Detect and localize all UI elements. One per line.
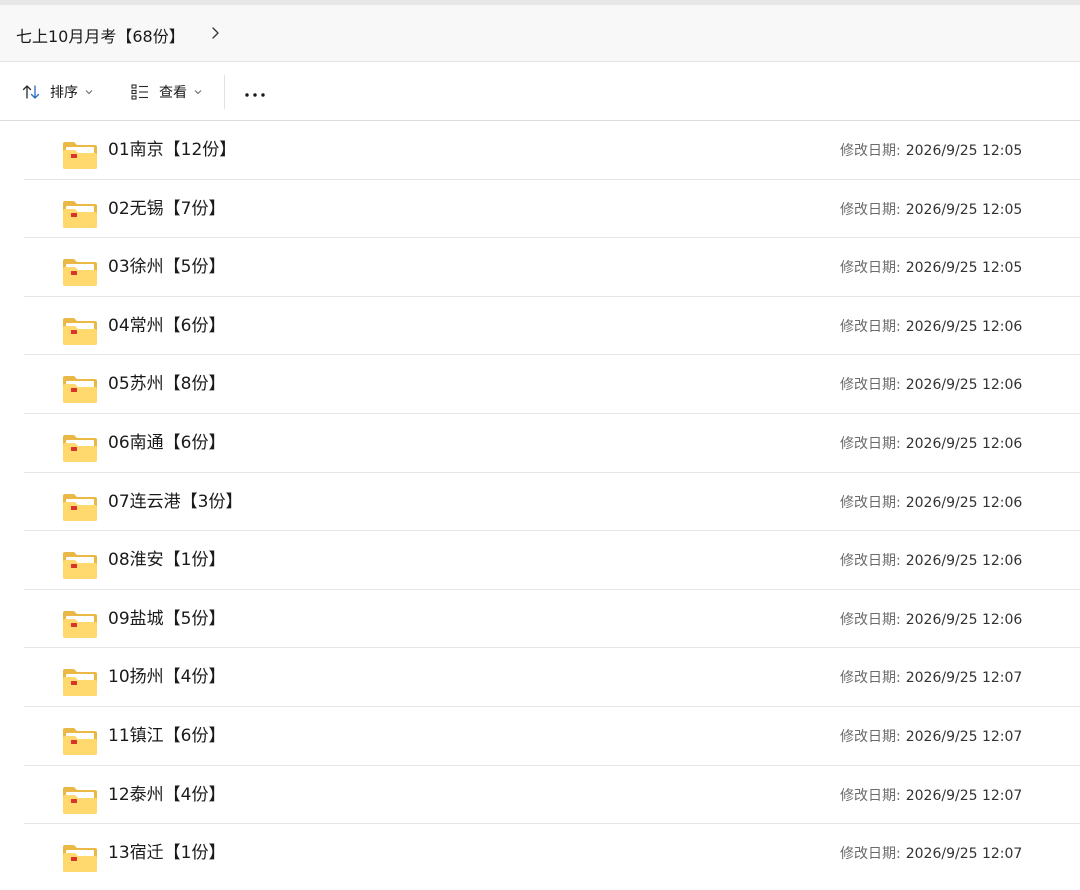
modified-date-label: 修改日期: (840, 260, 901, 277)
modified-date-value: 2026/9/25 12:06 (905, 377, 1023, 394)
list-item[interactable]: 05苏州【8份】 修改日期: 2026/9/25 12:06 (24, 355, 1080, 414)
modified-date-value: 2026/9/25 12:06 (905, 435, 1023, 452)
list-item[interactable]: 01南京【12份】 修改日期: 2026/9/25 12:05 (24, 121, 1080, 180)
folder-icon (62, 550, 98, 580)
modified-date: 修改日期: 2026/9/25 12:06 (840, 433, 1022, 453)
list-view-icon (130, 82, 150, 102)
folder-icon (62, 843, 98, 873)
file-name: 08淮安【1份】 (108, 550, 226, 571)
sort-button[interactable]: 排序 (21, 79, 93, 105)
modified-date-value: 2026/9/25 12:07 (905, 728, 1023, 745)
modified-date-label: 修改日期: (840, 553, 901, 570)
folder-icon (62, 433, 98, 463)
command-toolbar: 排序 查看 (0, 63, 1080, 121)
modified-date-label: 修改日期: (840, 143, 901, 159)
modified-date-value: 2026/9/25 12:06 (905, 611, 1023, 628)
modified-date-value: 2026/9/25 12:07 (905, 846, 1023, 863)
file-name: 12泰州【4份】 (108, 784, 226, 805)
list-item[interactable]: 10扬州【4份】 修改日期: 2026/9/25 12:07 (24, 648, 1080, 707)
file-name: 09盐城【5份】 (108, 608, 226, 629)
more-dots-icon (243, 83, 267, 102)
modified-date-label: 修改日期: (840, 377, 901, 394)
modified-date-label: 修改日期: (840, 318, 901, 335)
file-name: 03徐州【5份】 (108, 257, 226, 278)
chevron-down-icon (85, 89, 93, 95)
view-button-label: 查看 (159, 85, 187, 101)
file-name: 07连云港【3份】 (108, 491, 243, 512)
address-bar: 七上10月月考【68份】 (0, 5, 1080, 62)
modified-date-value: 2026/9/25 12:05 (905, 143, 1023, 159)
list-item[interactable]: 09盐城【5份】 修改日期: 2026/9/25 12:06 (24, 590, 1080, 649)
modified-date-label: 修改日期: (840, 201, 901, 218)
modified-date-value: 2026/9/25 12:06 (905, 318, 1023, 335)
list-item[interactable]: 12泰州【4份】 修改日期: 2026/9/25 12:07 (24, 766, 1080, 825)
file-name: 13宿迁【1份】 (108, 843, 226, 864)
modified-date-value: 2026/9/25 12:07 (905, 787, 1023, 804)
list-item[interactable]: 02无锡【7份】 修改日期: 2026/9/25 12:05 (24, 180, 1080, 239)
list-item[interactable]: 11镇江【6份】 修改日期: 2026/9/25 12:07 (24, 707, 1080, 766)
sort-arrows-icon (21, 82, 41, 102)
list-item[interactable]: 07连云港【3份】 修改日期: 2026/9/25 12:06 (24, 473, 1080, 532)
file-name: 06南通【6份】 (108, 432, 226, 453)
chevron-down-icon (194, 89, 202, 95)
folder-icon (62, 140, 98, 170)
file-name: 11镇江【6份】 (108, 725, 226, 746)
modified-date: 修改日期: 2026/9/25 12:05 (840, 257, 1022, 277)
modified-date: 修改日期: 2026/9/25 12:06 (840, 492, 1022, 512)
modified-date-value: 2026/9/25 12:06 (905, 553, 1023, 570)
modified-date: 修改日期: 2026/9/25 12:06 (840, 550, 1022, 570)
modified-date: 修改日期: 2026/9/25 12:07 (840, 726, 1022, 746)
modified-date-label: 修改日期: (840, 846, 901, 863)
file-name: 04常州【6份】 (108, 315, 226, 336)
file-name: 10扬州【4份】 (108, 667, 226, 688)
modified-date-label: 修改日期: (840, 494, 901, 511)
modified-date-label: 修改日期: (840, 787, 901, 804)
folder-icon (62, 492, 98, 522)
folder-icon (62, 667, 98, 697)
modified-date-label: 修改日期: (840, 728, 901, 745)
file-name: 01南京【12份】 (108, 140, 237, 160)
modified-date: 修改日期: 2026/9/25 12:05 (840, 199, 1022, 219)
modified-date-value: 2026/9/25 12:07 (905, 670, 1023, 687)
folder-icon (62, 257, 98, 287)
modified-date: 修改日期: 2026/9/25 12:05 (840, 140, 1022, 160)
folder-icon (62, 199, 98, 229)
modified-date: 修改日期: 2026/9/25 12:07 (840, 843, 1022, 863)
list-item[interactable]: 13宿迁【1份】 修改日期: 2026/9/25 12:07 (24, 824, 1080, 883)
folder-icon (62, 609, 98, 639)
toolbar-separator (224, 75, 225, 109)
folder-icon (62, 374, 98, 404)
modified-date-label: 修改日期: (840, 611, 901, 628)
list-item[interactable]: 04常州【6份】 修改日期: 2026/9/25 12:06 (24, 297, 1080, 356)
file-name: 02无锡【7份】 (108, 198, 226, 219)
modified-date-value: 2026/9/25 12:06 (905, 494, 1023, 511)
more-options-button[interactable] (240, 81, 270, 103)
view-button[interactable]: 查看 (130, 79, 202, 105)
modified-date-value: 2026/9/25 12:05 (905, 260, 1023, 277)
modified-date: 修改日期: 2026/9/25 12:06 (840, 374, 1022, 394)
folder-icon (62, 726, 98, 756)
chevron-right-icon[interactable] (208, 23, 224, 43)
modified-date: 修改日期: 2026/9/25 12:06 (840, 316, 1022, 336)
list-item[interactable]: 08淮安【1份】 修改日期: 2026/9/25 12:06 (24, 531, 1080, 590)
breadcrumb[interactable]: 七上10月月考【68份】 (16, 23, 185, 47)
list-item[interactable]: 03徐州【5份】 修改日期: 2026/9/25 12:05 (24, 238, 1080, 297)
file-name: 05苏州【8份】 (108, 374, 226, 395)
modified-date: 修改日期: 2026/9/25 12:06 (840, 609, 1022, 629)
modified-date: 修改日期: 2026/9/25 12:07 (840, 785, 1022, 805)
modified-date-label: 修改日期: (840, 435, 901, 452)
folder-icon (62, 785, 98, 815)
list-item[interactable]: 06南通【6份】 修改日期: 2026/9/25 12:06 (24, 414, 1080, 473)
folder-icon (62, 316, 98, 346)
modified-date-label: 修改日期: (840, 670, 901, 687)
modified-date: 修改日期: 2026/9/25 12:07 (840, 667, 1022, 687)
sort-button-label: 排序 (50, 85, 78, 101)
modified-date-value: 2026/9/25 12:05 (905, 201, 1023, 218)
file-list: 01南京【12份】 修改日期: 2026/9/25 12:05 02无锡【7份】 … (24, 121, 1080, 883)
